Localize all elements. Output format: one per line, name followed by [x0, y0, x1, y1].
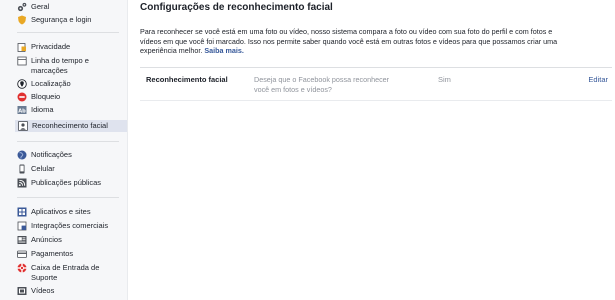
- shield-icon: [17, 15, 27, 25]
- sidebar-item-videos[interactable]: Vídeos: [5, 286, 125, 296]
- language-icon: Ab: [17, 105, 27, 115]
- sidebar-item-mobile[interactable]: Celular: [5, 164, 125, 174]
- sidebar-item-label: Bloqueio: [31, 92, 61, 101]
- sidebar-item-label: Publicações públicas: [31, 178, 102, 187]
- privacy-lock-icon: [17, 42, 27, 52]
- ads-icon: [17, 235, 27, 245]
- sidebar-separator: [17, 197, 119, 198]
- learn-more-link[interactable]: Saiba mais.: [204, 46, 244, 55]
- sidebar-item-general[interactable]: Geral: [5, 2, 125, 12]
- description-line: vídeos em que você foi marcado. Isso nos…: [140, 36, 558, 46]
- sidebar-item-label: Idioma: [31, 105, 54, 114]
- sidebar-item-notifications[interactable]: Notificações: [5, 150, 125, 160]
- mobile-icon: [17, 164, 27, 174]
- sidebar-item-public-posts[interactable]: Publicações públicas: [5, 178, 125, 188]
- setting-row-divider: [140, 67, 612, 68]
- sidebar-item-support-inbox[interactable]: Caixa de Entrada de Suporte: [5, 263, 125, 283]
- sidebar-item-label: Localização: [31, 79, 71, 88]
- apps-icon: [17, 207, 27, 217]
- sidebar-item-ads[interactable]: Anúncios: [5, 235, 125, 245]
- sidebar-item-label: Geral: [31, 2, 50, 11]
- support-icon: [17, 263, 27, 273]
- sidebar-item-label: Notificações: [31, 150, 72, 159]
- svg-text:Ab: Ab: [18, 108, 26, 114]
- page-title: Configurações de reconhecimento facial: [140, 2, 333, 13]
- rss-icon: [17, 178, 27, 188]
- settings-sidebar: Geral Segurança e login Privacidade Linh…: [0, 0, 128, 300]
- sidebar-item-label: Vídeos: [31, 286, 55, 295]
- sidebar-item-language[interactable]: Ab Idioma: [5, 105, 125, 115]
- description-line: Para reconhecer se você está em uma foto…: [140, 27, 553, 36]
- globe-icon: [17, 150, 27, 160]
- edit-button[interactable]: Editar: [588, 75, 608, 84]
- sidebar-item-label: Reconhecimento facial: [32, 121, 108, 130]
- description-line: experiência melhor.: [140, 46, 203, 55]
- setting-value: Sim: [438, 75, 451, 84]
- sidebar-item-apps-websites[interactable]: Aplicativos e sites: [5, 207, 125, 217]
- setting-row-divider: [140, 100, 612, 101]
- sidebar-item-business-integrations[interactable]: Integrações comerciais: [5, 221, 125, 231]
- block-icon: [17, 92, 27, 102]
- business-icon: [17, 221, 27, 231]
- setting-question: Deseja que o Facebook possa reconhecer v…: [254, 75, 390, 94]
- setting-label: Reconhecimento facial: [146, 75, 228, 84]
- sidebar-item-timeline-tagging[interactable]: Linha do tempo e marcações: [5, 56, 125, 76]
- video-icon: [17, 286, 27, 296]
- payments-icon: [17, 249, 27, 259]
- sidebar-item-face-recognition[interactable]: Reconhecimento facial: [15, 120, 127, 132]
- location-icon: [17, 79, 27, 89]
- sidebar-item-security-login[interactable]: Segurança e login: [5, 15, 125, 25]
- sidebar-item-label: Segurança e login: [31, 15, 92, 24]
- sidebar-item-label: Aplicativos e sites: [31, 207, 91, 216]
- sidebar-item-label: Caixa de Entrada de Suporte: [31, 263, 100, 282]
- description-text: Para reconhecer se você está em uma foto…: [140, 27, 612, 56]
- sidebar-separator: [17, 32, 119, 33]
- sidebar-item-label: Privacidade: [31, 42, 71, 51]
- timeline-icon: [17, 56, 27, 66]
- sidebar-item-location[interactable]: Localização: [5, 79, 125, 89]
- sidebar-item-blocking[interactable]: Bloqueio: [5, 92, 125, 102]
- sidebar-item-label: Anúncios: [31, 235, 62, 244]
- sidebar-item-payments[interactable]: Pagamentos: [5, 249, 125, 259]
- sidebar-item-privacy[interactable]: Privacidade: [5, 42, 125, 52]
- sidebar-item-label: Pagamentos: [31, 249, 74, 258]
- face-recognition-icon: [18, 121, 28, 131]
- sidebar-separator: [17, 141, 119, 142]
- sidebar-item-label: Celular: [31, 164, 55, 173]
- gears-icon: [17, 2, 27, 12]
- sidebar-item-label: Linha do tempo e marcações: [31, 56, 89, 75]
- sidebar-item-label: Integrações comerciais: [31, 221, 109, 230]
- description-line-last: experiência melhor. Saiba mais.: [140, 46, 612, 56]
